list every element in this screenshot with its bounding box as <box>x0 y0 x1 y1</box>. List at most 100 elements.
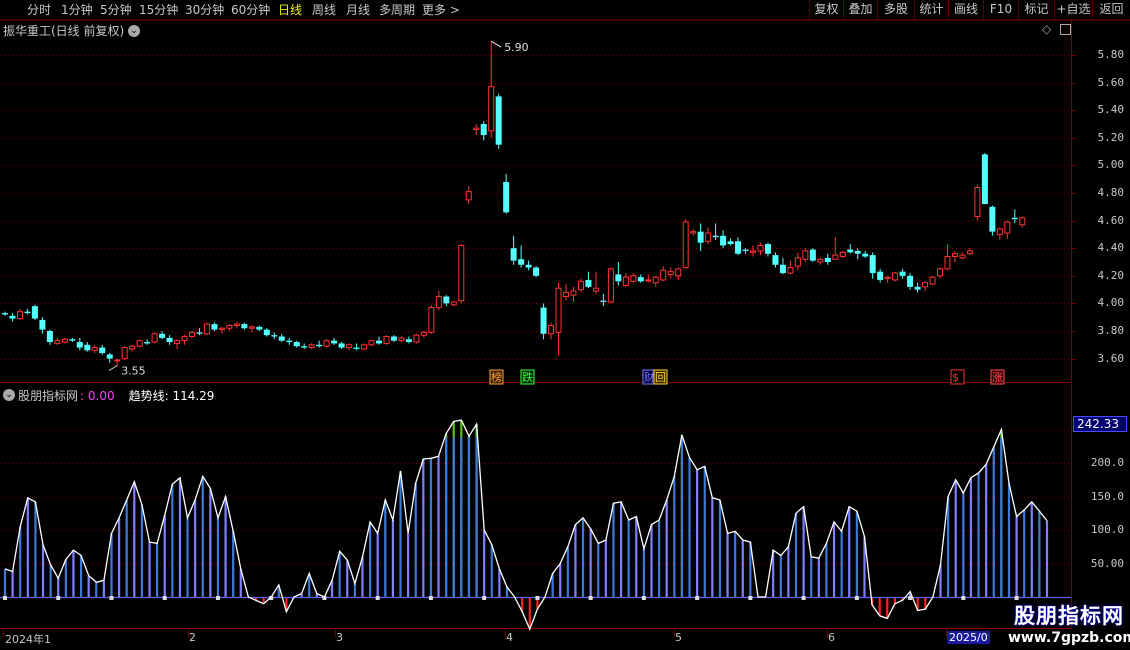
indicator-tick-1: 150.0 <box>1090 489 1124 503</box>
candle-body-18 <box>136 340 143 347</box>
candle-body-88 <box>660 269 667 281</box>
candle-body-120 <box>899 271 906 276</box>
event-flag-0: 榜 <box>491 370 502 384</box>
candle-body-96 <box>720 235 727 246</box>
zero-marker-21 <box>162 596 167 600</box>
candle-body-134 <box>1004 221 1011 234</box>
zero-marker-63 <box>482 596 487 600</box>
candle-body-37 <box>278 336 285 341</box>
candle-body-72 <box>540 307 547 334</box>
event-flag-5: 涨 <box>992 371 1003 384</box>
candle-body-89 <box>667 271 674 275</box>
watermark-title: 股朋指标网 <box>1014 604 1124 628</box>
price-tick-10: 3.80 <box>1097 324 1125 337</box>
candle-body-68 <box>510 248 517 261</box>
price-tick-8: 4.20 <box>1097 268 1125 282</box>
candle-body-116 <box>869 255 876 274</box>
candle-body-25 <box>189 331 195 338</box>
price-tick-0: 5.80 <box>1097 48 1125 61</box>
date-label-6: 2025/0 <box>947 631 990 644</box>
candle-body-56 <box>420 331 427 336</box>
watermark: 股朋指标网 www.7gpzb.com <box>1008 603 1130 647</box>
candle-body-103 <box>772 255 779 265</box>
candle-body-11 <box>84 344 91 351</box>
candle-body-83 <box>622 276 629 286</box>
candle-body-94 <box>705 232 712 242</box>
date-label-1: 2 <box>189 631 196 644</box>
price-tick-3: 5.20 <box>1097 130 1125 144</box>
candle-body-102 <box>764 244 771 254</box>
candle-body-84 <box>630 275 637 282</box>
candle-body-99 <box>742 249 749 251</box>
candle-body-23 <box>174 340 181 344</box>
candle-body-3 <box>24 311 31 314</box>
candle-body-50 <box>376 340 382 344</box>
zero-marker-70 <box>535 596 540 600</box>
candle-body-115 <box>862 253 869 257</box>
candle-body-75 <box>563 291 569 297</box>
candle-body-60 <box>450 301 457 306</box>
candle-body-86 <box>645 279 652 282</box>
price-tick-11: 3.60 <box>1097 351 1125 365</box>
candle-body-1 <box>9 315 16 319</box>
candle-body-79 <box>592 287 599 292</box>
candle-body-109 <box>817 258 824 263</box>
candle-body-125 <box>937 268 943 277</box>
zero-marker-77 <box>588 596 593 600</box>
candle-body-27 <box>203 323 210 335</box>
candle-body-97 <box>727 241 734 245</box>
candle-body-64 <box>480 124 487 136</box>
price-tick-9: 4.00 <box>1097 296 1125 310</box>
candle-body-19 <box>144 342 151 344</box>
candle-body-110 <box>824 257 831 262</box>
candle-body-0 <box>2 313 8 315</box>
candle-body-39 <box>293 342 300 347</box>
candle-body-78 <box>585 279 592 287</box>
candle-body-16 <box>121 347 128 360</box>
candle-body-14 <box>106 354 113 359</box>
candle-body-2 <box>16 311 23 320</box>
candle-body-43 <box>323 340 330 347</box>
date-label-2: 3 <box>336 631 343 644</box>
candle-body-61 <box>458 244 465 302</box>
candle-body-69 <box>518 259 525 265</box>
candle-body-34 <box>256 326 263 330</box>
zero-marker-7 <box>56 596 61 600</box>
candle-body-95 <box>712 235 719 238</box>
chart-canvas[interactable]: 5.90 3.55 榜 跌 财回 $ 涨 <box>0 0 1130 650</box>
candle-body-119 <box>892 272 899 281</box>
price-tick-6: 4.60 <box>1097 213 1125 227</box>
candle-body-33 <box>248 326 255 329</box>
indicator-tick-3: 50.00 <box>1090 556 1124 570</box>
candle-body-91 <box>682 221 689 269</box>
candle-body-85 <box>637 277 644 282</box>
zero-marker-105 <box>801 596 806 600</box>
candle-body-92 <box>690 231 697 234</box>
event-flag-3: 回 <box>655 371 666 384</box>
zero-marker-126 <box>961 596 966 600</box>
candle-body-10 <box>76 342 83 348</box>
zero-marker-28 <box>215 596 220 600</box>
candle-body-57 <box>428 307 435 333</box>
candle-body-80 <box>600 300 607 303</box>
candle-body-105 <box>787 267 794 274</box>
price-tick-7: 4.40 <box>1097 241 1125 255</box>
candle-body-135 <box>1011 217 1018 220</box>
candle-body-128 <box>959 254 966 259</box>
zero-marker-133 <box>1014 596 1019 600</box>
candle-body-44 <box>331 340 338 344</box>
candle-body-124 <box>929 276 936 285</box>
date-label-5: 6 <box>828 631 835 644</box>
price-tick-2: 5.40 <box>1097 103 1125 117</box>
low-price-label: 3.55 <box>121 365 146 378</box>
candle-body-12 <box>91 347 98 351</box>
candle-body-42 <box>316 344 323 347</box>
candle-body-82 <box>615 274 622 282</box>
candle-body-54 <box>405 339 412 343</box>
candle-body-20 <box>151 333 158 343</box>
candle-body-24 <box>181 336 188 342</box>
candle-body-47 <box>353 347 360 349</box>
candle-body-73 <box>548 324 555 335</box>
zero-marker-0 <box>3 596 7 600</box>
candle-body-131 <box>981 154 988 205</box>
